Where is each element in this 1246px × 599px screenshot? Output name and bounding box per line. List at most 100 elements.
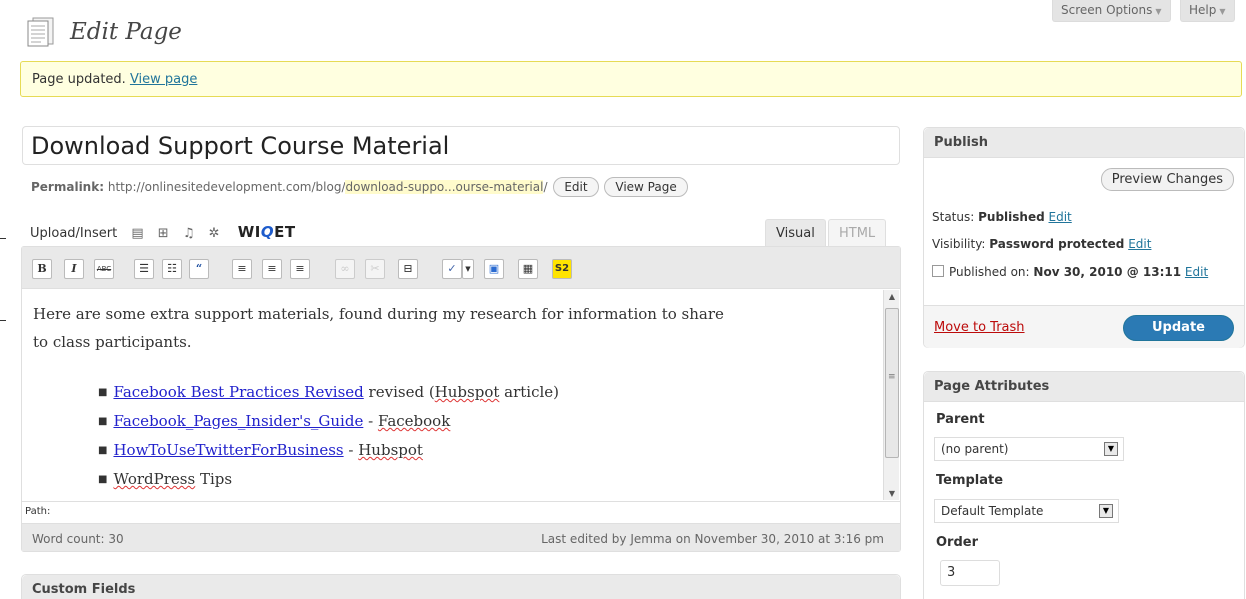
update-button[interactable]: Update [1123, 315, 1234, 341]
editor-toolbar: B I ABC ☰ ☷ “ ≡ ≡ ≡ ∞ ✂ ⊟ ✓ ▼ ▣ ▦ S2 [22, 247, 900, 289]
scroll-thumb[interactable] [885, 308, 899, 458]
unlink-icon[interactable]: ✂ [365, 259, 385, 279]
upload-insert-bar: Upload/Insert ▤ ⊞ ♫ ✲ WIQET [30, 223, 296, 241]
publish-box: Publish Preview Changes Status: Publishe… [923, 127, 1245, 348]
permalink-slug[interactable]: download-suppo...ourse-material [345, 180, 544, 194]
bold-button[interactable]: B [32, 259, 52, 279]
add-audio-icon[interactable]: ♫ [183, 226, 195, 241]
status-row: Status: Published Edit [932, 210, 1072, 224]
list-item-link[interactable]: HowToUseTwitterForBusiness [113, 441, 343, 459]
chevron-down-icon: ▼ [1104, 442, 1118, 456]
template-value: Default Template [941, 504, 1044, 518]
publish-title[interactable]: Publish [924, 128, 1244, 158]
view-page-button[interactable]: View Page [604, 177, 688, 197]
parent-value: (no parent) [941, 442, 1009, 456]
more-tag-icon[interactable]: ⊟ [398, 259, 418, 279]
visibility-edit-link[interactable]: Edit [1128, 237, 1151, 251]
order-label: Order [936, 535, 978, 550]
help-label: Help [1189, 3, 1217, 17]
notice-text: Page updated. [32, 72, 126, 87]
add-image-icon[interactable]: ▤ [131, 226, 143, 241]
screen-options-button[interactable]: Screen Options ▼ [1052, 0, 1171, 22]
editor-content[interactable]: Here are some extra support materials, f… [23, 290, 883, 500]
page-icon [27, 17, 54, 47]
resource-list: ■ Facebook Best Practices Revised revised… [33, 378, 873, 494]
permalink-base: http://onlinesitedevelopment.com/blog/ [107, 180, 346, 194]
status-edit-link[interactable]: Edit [1049, 210, 1072, 224]
screen-options-label: Screen Options [1061, 3, 1153, 17]
widget-suffix: ET [274, 223, 296, 241]
scroll-up-icon[interactable]: ▲ [884, 292, 900, 301]
chevron-down-icon[interactable]: ▼ [462, 259, 474, 279]
numbered-list-icon[interactable]: ☷ [162, 259, 182, 279]
intro-line-1: Here are some extra support materials, f… [33, 305, 724, 323]
spellcheck-icon[interactable]: ✓ [442, 259, 462, 279]
permalink-label: Permalink: [31, 180, 105, 194]
list-item-link[interactable]: Facebook Best Practices Revised [113, 383, 363, 401]
page-attributes-title[interactable]: Page Attributes [924, 372, 1244, 402]
strikethrough-button[interactable]: ABC [94, 259, 114, 279]
list-item: ■ Facebook Best Practices Revised revised… [98, 383, 560, 401]
blockquote-icon[interactable]: “ [189, 259, 209, 279]
preview-changes-button[interactable]: Preview Changes [1100, 168, 1234, 191]
move-to-trash-link[interactable]: Move to Trash [934, 320, 1025, 335]
published-label: Published on: [949, 265, 1030, 279]
add-media-icon[interactable]: ✲ [209, 226, 220, 241]
fullscreen-icon[interactable]: ▣ [484, 259, 504, 279]
update-notice: Page updated. View page [20, 61, 1242, 97]
parent-label: Parent [936, 412, 985, 427]
list-item-text: revised ( [363, 383, 435, 401]
custom-fields-box: Custom Fields [21, 574, 901, 599]
page-attributes-box: Page Attributes Parent (no parent) ▼ Tem… [923, 371, 1245, 599]
permalink-edit-button[interactable]: Edit [553, 177, 599, 197]
list-item: ■ HowToUseTwitterForBusiness - Hubspot [98, 441, 423, 459]
status-label: Status: [932, 210, 975, 224]
list-item-text: Tips [195, 470, 233, 488]
align-left-icon[interactable]: ≡ [232, 259, 252, 279]
tab-visual[interactable]: Visual [765, 219, 826, 247]
post-title-input[interactable]: Download Support Course Material [22, 126, 900, 165]
widget-mid: Q [260, 223, 275, 241]
list-item-text: - [363, 412, 378, 430]
custom-fields-title[interactable]: Custom Fields [22, 575, 900, 599]
published-value: Nov 30, 2010 @ 13:11 [1033, 265, 1182, 279]
edge-mark [0, 320, 6, 321]
status-value: Published [978, 210, 1045, 224]
word-count: Word count: 30 [32, 532, 124, 546]
list-item-link[interactable]: Facebook_Pages_Insider's_Guide [113, 412, 363, 430]
editor-path: Path: [22, 501, 900, 521]
chevron-down-icon: ▼ [1219, 7, 1226, 16]
add-video-icon[interactable]: ⊞ [158, 226, 169, 241]
scroll-down-icon[interactable]: ▼ [884, 489, 900, 498]
publish-actions: Move to Trash Update [924, 305, 1244, 348]
intro-line-2: to class participants. [33, 333, 192, 351]
list-item-text: article) [499, 383, 560, 401]
published-edit-link[interactable]: Edit [1185, 265, 1208, 279]
list-item-text: Hubspot [358, 441, 423, 459]
italic-button[interactable]: I [64, 259, 84, 279]
editor-scrollbar[interactable]: ▲ ≡ ▼ [883, 290, 899, 500]
last-edited: Last edited by Jemma on November 30, 201… [541, 532, 884, 546]
template-select[interactable]: Default Template ▼ [934, 499, 1119, 523]
bullet-list-icon[interactable]: ☰ [134, 259, 154, 279]
word-count-bar: Word count: 30 Last edited by Jemma on N… [22, 523, 900, 551]
widget-plugin-logo[interactable]: WIQET [238, 223, 296, 241]
order-input[interactable]: 3 [940, 560, 1000, 586]
align-right-icon[interactable]: ≡ [290, 259, 310, 279]
link-icon[interactable]: ∞ [335, 259, 355, 279]
list-item-text: Facebook [377, 412, 451, 430]
chevron-down-icon: ▼ [1099, 504, 1113, 518]
list-item-text: WordPress [113, 470, 196, 488]
kitchen-sink-icon[interactable]: ▦ [518, 259, 538, 279]
published-on-row: Published on: Nov 30, 2010 @ 13:11 Edit [932, 265, 1208, 279]
edge-mark [0, 238, 6, 239]
parent-select[interactable]: (no parent) ▼ [934, 437, 1124, 461]
tab-html[interactable]: HTML [828, 219, 887, 247]
scroll-grip-icon: ≡ [888, 372, 896, 382]
view-page-link[interactable]: View page [130, 72, 197, 87]
calendar-icon [932, 265, 944, 277]
help-button[interactable]: Help ▼ [1180, 0, 1235, 22]
s2-plugin-button[interactable]: S2 [552, 259, 572, 279]
align-center-icon[interactable]: ≡ [262, 259, 282, 279]
list-item-text: - [343, 441, 359, 459]
